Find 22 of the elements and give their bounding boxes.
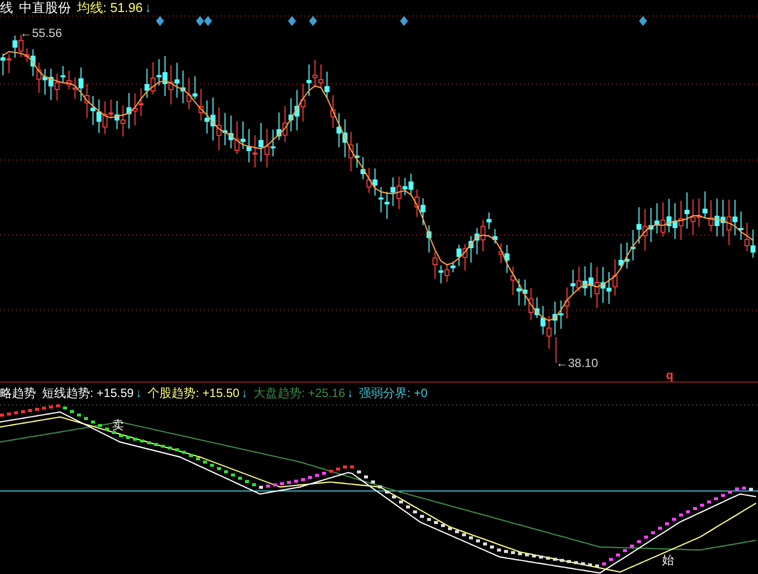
- down-arrow-icon: ↓: [144, 0, 152, 15]
- indicator-value: 强弱分界: +0: [359, 385, 428, 402]
- diamond-marker: [639, 16, 647, 26]
- diamond-marker: [309, 16, 317, 26]
- down-arrow-icon: ↓: [241, 384, 248, 402]
- indicator-name: 线: [0, 0, 13, 15]
- marker-label: q: [666, 368, 674, 382]
- low-price-label: ←38.10: [556, 356, 598, 370]
- diamond-marker: [156, 16, 164, 26]
- diamond-marker: [400, 16, 408, 26]
- signal-label: 卖: [112, 418, 124, 432]
- high-price-label: ←55.56: [20, 26, 62, 40]
- indicator-value: 个股趋势: +15.50: [148, 385, 240, 402]
- stock-name: 中直股份: [19, 0, 71, 15]
- indicator-value: 短线趋势: +15.59: [42, 385, 134, 402]
- signal-label: 始: [662, 553, 674, 567]
- moving-average-value: 均线: 51.96: [77, 0, 143, 15]
- indicator-value: 大盘趋势: +25.16: [253, 385, 346, 402]
- down-arrow-icon: ↓: [347, 384, 354, 402]
- indicator-name: 略趋势: [0, 385, 36, 402]
- diamond-marker: [288, 16, 296, 26]
- down-arrow-icon: ↓: [136, 384, 142, 402]
